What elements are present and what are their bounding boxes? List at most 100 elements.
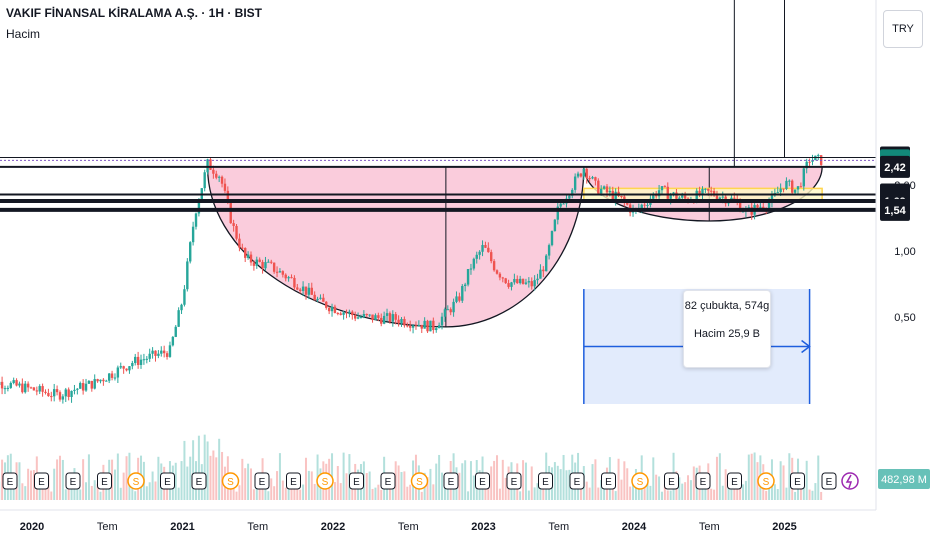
volume-bar [85, 482, 88, 500]
volume-bar [310, 471, 313, 500]
volume-bars [0, 434, 823, 500]
volume-bar [145, 486, 148, 500]
svg-text:E: E [385, 477, 392, 488]
svg-text:E: E [542, 477, 549, 488]
svg-text:S: S [763, 477, 770, 488]
candle-body [298, 289, 302, 291]
candle-body [232, 223, 235, 226]
svg-text:E: E [700, 477, 707, 488]
candle-body [608, 190, 612, 193]
currency-button[interactable]: TRY [883, 10, 923, 48]
candle-body [513, 278, 516, 283]
volume-bar [684, 482, 687, 500]
volume-bar [18, 462, 21, 500]
price-chart[interactable]: EEEESEESEESEESEEEEEESEEESEE2,001,000,502… [0, 0, 932, 550]
candle-body [539, 269, 542, 279]
volume-bar [472, 475, 475, 500]
volume-tag: 482,98 M [878, 469, 930, 489]
candle-body [255, 259, 258, 266]
x-tick-label: 2022 [321, 521, 345, 533]
earnings-marker: E [191, 472, 207, 490]
volume-bar [620, 479, 623, 500]
volume-bar [718, 453, 721, 500]
candle-body [99, 379, 102, 382]
svg-text:E: E [448, 477, 455, 488]
candle-body [238, 238, 241, 248]
volume-bar [215, 457, 218, 500]
volume-bar [782, 465, 785, 500]
candle-body [709, 190, 713, 192]
volume-bar [304, 457, 307, 500]
candle-body [241, 247, 244, 249]
volume-bar [556, 465, 559, 500]
candle-body [449, 309, 452, 313]
earnings-marker: E [727, 472, 742, 490]
volume-bar [125, 456, 128, 500]
volume-bar [498, 488, 501, 500]
svg-text:S: S [227, 477, 234, 488]
volume-bar [617, 458, 620, 500]
candle-body [119, 366, 122, 368]
volume-bar [189, 456, 192, 500]
split-marker: S [316, 472, 334, 490]
volume-bar [12, 488, 15, 500]
candle-body [272, 262, 276, 272]
svg-text:E: E [668, 477, 675, 488]
candle-body [293, 277, 296, 288]
candle-body [588, 178, 591, 180]
candle-body [380, 317, 383, 324]
indicator-label[interactable]: Hacim [6, 27, 40, 41]
candle-body [666, 186, 669, 199]
candle-body [336, 312, 340, 314]
earnings-marker: E [538, 472, 553, 490]
volume-bar [794, 491, 797, 500]
candle-body [154, 350, 157, 356]
candle-body [212, 169, 215, 174]
candle-body [18, 383, 21, 386]
candle-body [707, 188, 710, 191]
candle-body [183, 289, 186, 305]
volume-bar [212, 450, 215, 500]
candle-body [793, 189, 797, 193]
volume-bar [238, 485, 241, 500]
volume-bar [689, 480, 692, 500]
candle-body [799, 186, 803, 188]
candle-body [620, 195, 623, 197]
candle-body [325, 301, 328, 308]
volume-bar [490, 466, 493, 500]
earnings-marker: E [695, 472, 711, 490]
time-axis: 2020 Tem 2021 Tem 2022 Tem 2023 Tem 2024 Tem 2025 [0, 509, 876, 533]
candle-body [73, 389, 76, 391]
candle-body [217, 176, 221, 178]
candle-body [258, 259, 261, 262]
candle-body [585, 168, 588, 179]
candle-body [235, 225, 238, 239]
volume-bar [753, 452, 756, 500]
volume-bar [591, 464, 594, 500]
volume-bar [438, 454, 441, 500]
candle-body [76, 388, 79, 390]
candle-body [495, 270, 499, 274]
candle-body [113, 377, 117, 379]
candle-body [128, 366, 131, 371]
volume-bar [527, 490, 530, 500]
candle-body [9, 382, 12, 388]
candle-body [767, 202, 771, 209]
svg-text:E: E [794, 477, 801, 488]
candle-body [420, 324, 423, 329]
candle-body [333, 306, 337, 313]
candle-body [597, 180, 600, 194]
volume-bar [197, 435, 200, 500]
volume-bar [177, 487, 180, 500]
volume-bar [276, 471, 279, 500]
candle-body [559, 203, 562, 207]
volume-bar [154, 481, 157, 500]
candle-body [351, 311, 354, 316]
price-tag: 1,54 [880, 198, 910, 221]
candle-body [191, 226, 195, 243]
earnings-marker: E [286, 472, 301, 490]
candle-body [533, 280, 536, 287]
split-marker: S [631, 472, 649, 490]
volume-bar [493, 460, 496, 500]
volume-bar [174, 462, 177, 500]
